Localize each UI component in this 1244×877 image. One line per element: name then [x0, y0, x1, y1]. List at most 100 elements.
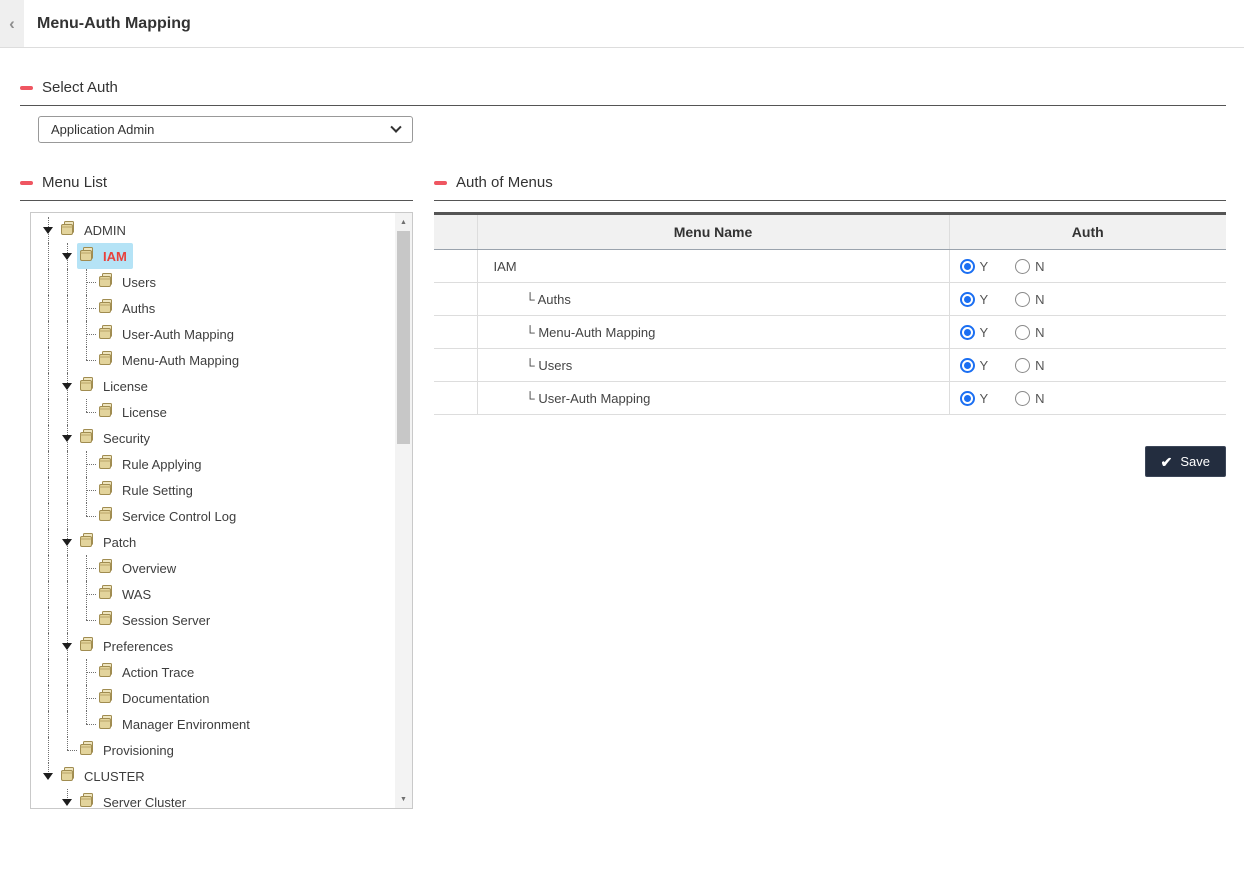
tree-node[interactable]: Menu-Auth Mapping — [39, 347, 395, 373]
tree-node-content[interactable]: Security — [77, 425, 156, 451]
tree-node-content[interactable]: Session Server — [96, 607, 216, 633]
radio-option-n[interactable]: N — [1015, 358, 1044, 373]
tree-node[interactable]: Rule Applying — [39, 451, 395, 477]
tree-node-content[interactable]: Documentation — [96, 685, 215, 711]
radio-y[interactable] — [960, 259, 975, 274]
radio-option-n[interactable]: N — [1015, 292, 1044, 307]
tree-node[interactable]: CLUSTER — [39, 763, 395, 789]
tree-node-content[interactable]: User-Auth Mapping — [96, 321, 240, 347]
tree-node[interactable]: Service Control Log — [39, 503, 395, 529]
tree-node[interactable]: Rule Setting — [39, 477, 395, 503]
tree-node-content[interactable]: Patch — [77, 529, 142, 555]
leaf-connector — [77, 711, 96, 737]
section-dash-icon — [434, 181, 447, 185]
radio-option-n[interactable]: N — [1015, 259, 1044, 274]
folder-icon — [98, 689, 116, 707]
expand-icon[interactable] — [62, 435, 72, 442]
tree-node[interactable]: IAM — [39, 243, 395, 269]
expand-icon[interactable] — [62, 383, 72, 390]
tree-node-content[interactable]: Service Control Log — [96, 503, 242, 529]
radio-y[interactable] — [960, 358, 975, 373]
radio-n[interactable] — [1015, 391, 1030, 406]
tree-node-content[interactable]: Rule Applying — [96, 451, 208, 477]
tree-node-content[interactable]: WAS — [96, 581, 157, 607]
radio-option-n[interactable]: N — [1015, 325, 1044, 340]
menu-tree: ADMIN IAM UsersAuthsUser-Auth MappingMenu-… — [31, 213, 395, 808]
auth-select[interactable]: Application Admin — [38, 116, 413, 143]
tree-node[interactable]: Documentation — [39, 685, 395, 711]
tree-node-content[interactable]: Action Trace — [96, 659, 200, 685]
radio-option-n[interactable]: N — [1015, 391, 1044, 406]
menu-name-cell: IAM — [477, 250, 949, 283]
radio-label-y: Y — [980, 292, 989, 307]
expand-icon[interactable] — [62, 253, 72, 260]
leaf-connector — [77, 451, 96, 477]
scrollbar-thumb[interactable] — [397, 231, 410, 444]
radio-option-y[interactable]: Y — [960, 391, 989, 406]
radio-n[interactable] — [1015, 292, 1030, 307]
back-button[interactable]: ‹ — [0, 0, 24, 47]
row-index-cell — [434, 349, 477, 382]
tree-node[interactable]: License — [39, 399, 395, 425]
tree-node-content[interactable]: License — [77, 373, 154, 399]
expand-icon[interactable] — [62, 539, 72, 546]
tree-node[interactable]: Action Trace — [39, 659, 395, 685]
tree-node-label: IAM — [103, 249, 127, 264]
tree-node[interactable]: Preferences — [39, 633, 395, 659]
radio-option-y[interactable]: Y — [960, 325, 989, 340]
radio-y[interactable] — [960, 292, 975, 307]
tree-guide — [58, 555, 77, 581]
tree-node[interactable]: Patch — [39, 529, 395, 555]
menu-list-title: Menu List — [42, 174, 107, 191]
save-button[interactable]: ✔ Save — [1145, 446, 1226, 477]
tree-node[interactable]: Security — [39, 425, 395, 451]
tree-node-content[interactable]: IAM — [77, 243, 133, 269]
scroll-down-icon[interactable]: ▼ — [395, 791, 412, 807]
tree-node[interactable]: Server Cluster — [39, 789, 395, 808]
tree-node-content[interactable]: Users — [96, 269, 162, 295]
radio-option-y[interactable]: Y — [960, 358, 989, 373]
tree-scrollbar[interactable]: ▲ ▼ — [395, 213, 412, 808]
tree-node[interactable]: User-Auth Mapping — [39, 321, 395, 347]
radio-label-n: N — [1035, 358, 1044, 373]
radio-y[interactable] — [960, 325, 975, 340]
radio-option-y[interactable]: Y — [960, 259, 989, 274]
radio-n[interactable] — [1015, 358, 1030, 373]
tree-node-content[interactable]: Preferences — [77, 633, 179, 659]
tree-node-content[interactable]: ADMIN — [58, 217, 132, 243]
expand-slot — [58, 425, 77, 451]
tree-node-content[interactable]: Provisioning — [77, 737, 180, 763]
section-rule — [20, 200, 413, 201]
expand-icon[interactable] — [43, 773, 53, 780]
tree-node-content[interactable]: Overview — [96, 555, 182, 581]
radio-y[interactable] — [960, 391, 975, 406]
radio-option-y[interactable]: Y — [960, 292, 989, 307]
tree-node-content[interactable]: Manager Environment — [96, 711, 256, 737]
tree-node[interactable]: WAS — [39, 581, 395, 607]
tree-guide — [39, 633, 58, 659]
radio-n[interactable] — [1015, 325, 1030, 340]
tree-node-content[interactable]: License — [96, 399, 173, 425]
tree-node-content[interactable]: Rule Setting — [96, 477, 199, 503]
tree-guide — [39, 425, 58, 451]
tree-node-content[interactable]: Auths — [96, 295, 161, 321]
tree-node[interactable]: Manager Environment — [39, 711, 395, 737]
tree-node[interactable]: Users — [39, 269, 395, 295]
tree-guide — [39, 685, 58, 711]
expand-icon[interactable] — [62, 799, 72, 806]
tree-node-content[interactable]: CLUSTER — [58, 763, 151, 789]
radio-n[interactable] — [1015, 259, 1030, 274]
tree-node[interactable]: Auths — [39, 295, 395, 321]
tree-node[interactable]: Session Server — [39, 607, 395, 633]
tree-node[interactable]: License — [39, 373, 395, 399]
expand-icon[interactable] — [62, 643, 72, 650]
row-index-cell — [434, 316, 477, 349]
expand-icon[interactable] — [43, 227, 53, 234]
tree-node-content[interactable]: Server Cluster — [77, 789, 192, 808]
tree-node[interactable]: Overview — [39, 555, 395, 581]
tree-guide — [39, 789, 58, 808]
tree-node[interactable]: Provisioning — [39, 737, 395, 763]
tree-node[interactable]: ADMIN — [39, 217, 395, 243]
scroll-up-icon[interactable]: ▲ — [395, 214, 412, 230]
tree-node-content[interactable]: Menu-Auth Mapping — [96, 347, 245, 373]
